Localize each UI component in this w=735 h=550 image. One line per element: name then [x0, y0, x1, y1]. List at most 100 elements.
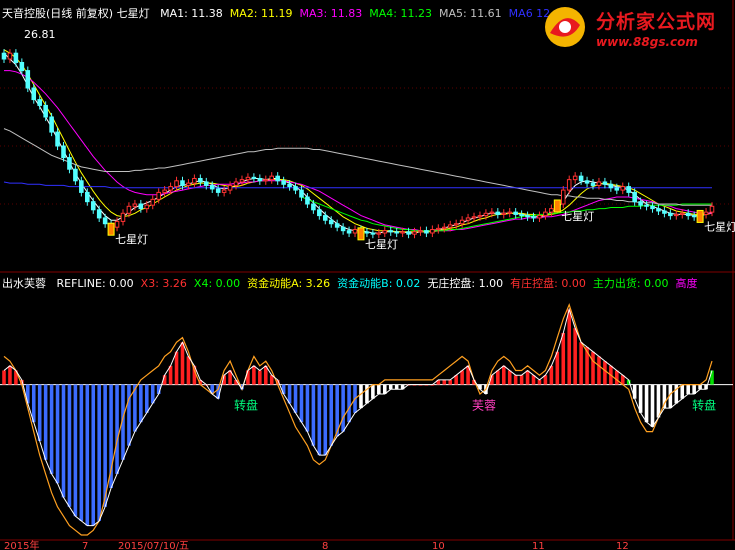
- indicator-bar: [2, 370, 6, 385]
- candle-body: [245, 176, 251, 181]
- candle-body: [299, 189, 304, 198]
- lamp-label: 七星灯: [704, 220, 735, 233]
- date-axis-label: 2015/07/10/五: [118, 541, 189, 550]
- candle-body: [96, 209, 102, 219]
- indicator-bar: [79, 384, 84, 521]
- candle-body: [465, 217, 471, 221]
- lamp-marker: [357, 227, 365, 241]
- ma-legend-item: MA4: 11.23: [369, 7, 432, 20]
- candle-body: [424, 230, 429, 234]
- candle-body: [614, 187, 620, 191]
- candle-body: [305, 196, 310, 205]
- indicator-bar: [710, 370, 714, 385]
- candle-body: [644, 204, 649, 207]
- candle-body: [709, 205, 715, 213]
- ma-legend-item: MA3: 11.83: [299, 7, 363, 20]
- candle-body: [334, 223, 340, 228]
- indicator-bar: [359, 384, 363, 409]
- indicator-legend-item: 无庄控盘: 1.00: [427, 277, 504, 290]
- candle-body: [37, 99, 42, 106]
- indicator-bar: [597, 356, 601, 385]
- candle-body: [311, 203, 316, 211]
- candle-body: [471, 216, 477, 219]
- indicator-bar: [329, 384, 334, 446]
- candle-body: [418, 230, 423, 233]
- indicator-bar: [555, 351, 560, 385]
- candle-body: [412, 231, 417, 235]
- indicator-bar: [31, 384, 36, 423]
- indicator-bar: [644, 384, 649, 423]
- date-axis-label: 2015年: [4, 539, 39, 550]
- indicator-bar: [698, 384, 702, 390]
- logo-icon: [545, 7, 585, 47]
- lamp-marker: [696, 209, 704, 223]
- candle-body: [560, 189, 566, 205]
- candle-body: [430, 229, 435, 234]
- indicator-bar: [579, 342, 583, 385]
- candle-body: [388, 230, 394, 233]
- indicator-bar: [252, 365, 256, 385]
- indicator-legend-item: X4: 0.00: [193, 277, 241, 290]
- candle-body: [691, 215, 697, 218]
- candle-body: [132, 203, 138, 207]
- indicator-bar: [573, 328, 577, 385]
- candle-body: [180, 180, 185, 186]
- stock-chart[interactable]: 七星灯 七星灯七星灯七星灯 转盘 芙蓉 转盘 2015年 7 2015/07/10/五 8 1…: [0, 0, 735, 550]
- candle-body: [49, 116, 54, 133]
- indicator-bar: [347, 384, 351, 423]
- site-logo: 分析家公式网 www.88gs.com: [540, 3, 735, 55]
- indicator-legend: 出水芙蓉 REFLINE: 0.00 X3: 3.26 X4: 0.00 资金动能A:…: [2, 276, 712, 292]
- indicator-bar: [55, 384, 60, 484]
- indicator-signal-label: 转盘: [692, 397, 716, 412]
- indicator-bar: [26, 384, 30, 404]
- candle-body: [162, 189, 167, 193]
- candle-body: [227, 184, 233, 191]
- indicator-bar: [650, 384, 655, 427]
- high-price-label: 26.81: [24, 28, 56, 41]
- candle-body: [674, 213, 679, 217]
- indicator-bar: [686, 384, 690, 394]
- candle-body: [549, 208, 554, 213]
- candle-body: [328, 219, 334, 225]
- indicator-legend-item: 高度: [675, 277, 698, 290]
- candle-body: [537, 215, 542, 219]
- indicator-bar: [323, 384, 328, 456]
- candle-body: [394, 231, 399, 234]
- candle-body: [322, 215, 328, 221]
- candle-body: [590, 182, 596, 186]
- candle-body: [489, 211, 495, 214]
- candle-body: [233, 181, 239, 186]
- indicator-legend-item: REFLINE: 0.00: [56, 277, 134, 290]
- lamp-label: 七星灯: [115, 233, 148, 246]
- candle-body: [531, 216, 536, 219]
- candle-body: [501, 212, 507, 215]
- date-axis-label: 12: [616, 541, 629, 550]
- candle-body: [269, 175, 275, 181]
- candle-body: [209, 184, 215, 190]
- indicator-legend-item: 资金动能B: 0.02: [337, 277, 421, 290]
- candle-body: [656, 208, 661, 212]
- ma-legend-item: MA5: 11.61: [438, 7, 502, 20]
- indicator-legend-item: X3: 3.26: [140, 277, 187, 290]
- date-axis-label: 10: [432, 541, 445, 550]
- indicator-bar: [525, 370, 530, 385]
- indicator-bar: [365, 384, 369, 404]
- candle-body: [198, 177, 203, 183]
- candle-body: [156, 191, 161, 200]
- candle-body: [453, 223, 459, 226]
- indicator-signal-label: 芙蓉: [472, 398, 496, 412]
- logo-url: www.88gs.com: [596, 35, 698, 49]
- candle-body: [507, 211, 512, 214]
- ma-legend-item: MA2: 11.19: [229, 7, 293, 20]
- chart-title: 天音控股(日线 前复权) 七星灯: [2, 7, 150, 20]
- candle-body: [85, 191, 90, 203]
- lamp-marker: [107, 222, 115, 236]
- indicator-bar: [91, 384, 96, 526]
- indicator-bar: [460, 370, 464, 385]
- candle-body: [477, 215, 483, 218]
- candle-body: [382, 230, 388, 234]
- candle-body: [204, 181, 209, 186]
- indicator-bar: [317, 384, 322, 456]
- indicator-bar: [615, 370, 619, 385]
- candle-body: [114, 220, 120, 228]
